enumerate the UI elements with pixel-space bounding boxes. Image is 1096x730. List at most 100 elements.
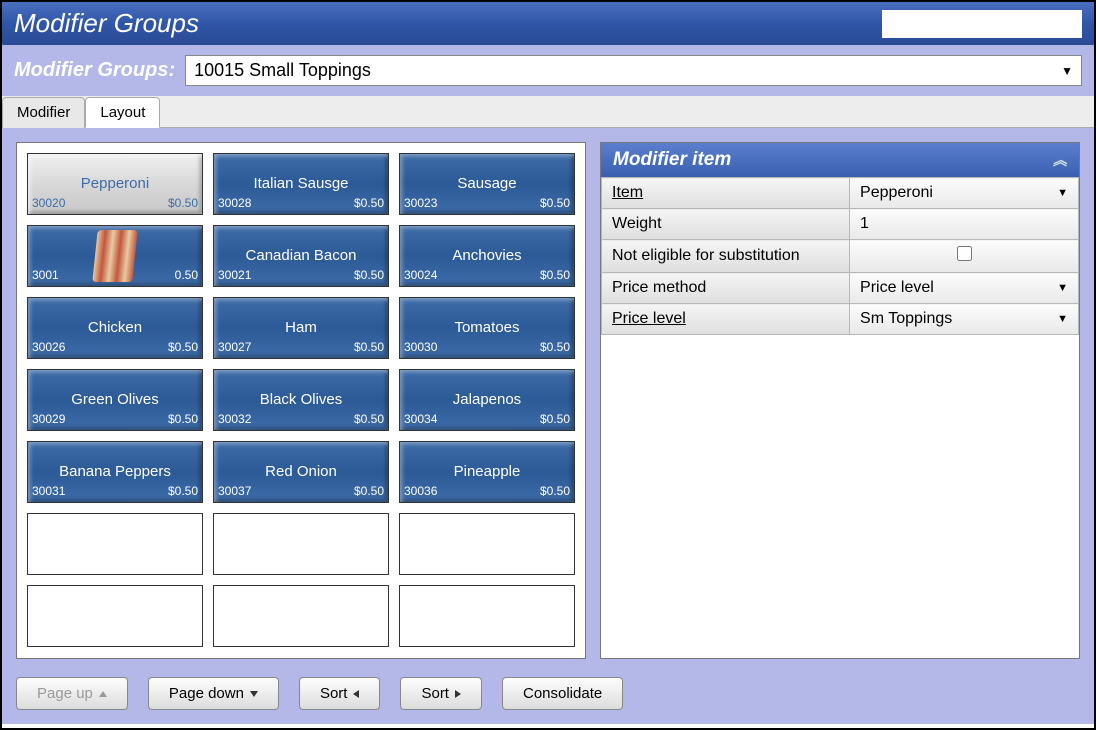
- chevron-down-icon: ▼: [1057, 282, 1068, 294]
- tile-price: 0.50: [175, 268, 198, 282]
- tile-price: $0.50: [354, 412, 384, 426]
- empty-tile[interactable]: [399, 585, 575, 647]
- pl-label: Price level: [612, 310, 686, 327]
- tile-code: 30023: [404, 196, 437, 210]
- modifier-tile[interactable]: Chicken30026$0.50: [27, 297, 203, 359]
- tile-price: $0.50: [354, 268, 384, 282]
- arrow-down-icon: [250, 691, 258, 697]
- window-title: Modifier Groups: [14, 8, 199, 39]
- chevron-down-icon: ▼: [1057, 313, 1068, 325]
- tile-name: Jalapenos: [453, 392, 521, 409]
- tile-name: Tomatoes: [454, 320, 519, 337]
- tile-code: 30021: [218, 268, 251, 282]
- item-value: Pepperoni: [860, 184, 933, 202]
- pm-label: Price method: [602, 273, 850, 304]
- tile-code: 30020: [32, 196, 65, 210]
- tile-code: 30037: [218, 484, 251, 498]
- tile-code: 30036: [404, 484, 437, 498]
- tile-price: $0.50: [168, 340, 198, 354]
- modifier-tile[interactable]: Black Olives 30032 $0.50: [213, 369, 389, 431]
- tile-code: 30031: [32, 484, 65, 498]
- tab-modifier[interactable]: Modifier: [2, 97, 85, 128]
- empty-tile[interactable]: [213, 585, 389, 647]
- empty-tile[interactable]: [27, 585, 203, 647]
- page-up-button[interactable]: Page up: [16, 677, 128, 710]
- tile-name: Italian Sausge: [253, 176, 348, 193]
- tile-price: $0.50: [540, 484, 570, 498]
- empty-tile[interactable]: [213, 513, 389, 575]
- modifier-grid: Pepperoni30020$0.50Italian Sausge30028$0…: [27, 153, 575, 647]
- modifier-item-panel: Modifier item ︽ Item Pepperoni ▼: [600, 142, 1080, 659]
- dropdown-value: 10015 Small Toppings: [194, 60, 371, 81]
- row-weight: Weight: [602, 209, 1079, 240]
- modifier-tile[interactable]: Canadian Bacon 30021 $0.50: [213, 225, 389, 287]
- modifier-groups-dropdown[interactable]: 10015 Small Toppings ▼: [185, 55, 1082, 86]
- modifier-tile[interactable]: Pineapple 30036 $0.50: [399, 441, 575, 503]
- row-price-method: Price method Price level ▼: [602, 273, 1079, 304]
- modifier-tile[interactable]: 30010.50: [27, 225, 203, 287]
- tile-name: Sausage: [457, 176, 516, 193]
- titlebar: Modifier Groups: [2, 2, 1094, 45]
- tile-name: Black Olives: [260, 392, 343, 409]
- tile-price: $0.50: [354, 196, 384, 210]
- tile-code: 30030: [404, 340, 437, 354]
- modifier-item-title: Modifier item: [613, 149, 731, 171]
- modifier-tile[interactable]: Anchovies30024$0.50: [399, 225, 575, 287]
- tabstrip: Modifier Layout: [2, 96, 1094, 128]
- sort-right-button[interactable]: Sort: [400, 677, 482, 710]
- collapse-icon[interactable]: ︽: [1053, 150, 1067, 170]
- tile-name: Banana Peppers: [59, 464, 171, 481]
- weight-value-cell[interactable]: [850, 209, 1079, 240]
- window: Modifier Groups Modifier Groups: 10015 S…: [0, 0, 1096, 730]
- empty-tile[interactable]: [399, 513, 575, 575]
- tile-price: $0.50: [540, 412, 570, 426]
- row-item: Item Pepperoni ▼: [602, 178, 1079, 209]
- tile-code: 30032: [218, 412, 251, 426]
- modifier-tile[interactable]: Banana Peppers 30031 $0.50: [27, 441, 203, 503]
- tile-name: Ham: [285, 320, 317, 337]
- titlebar-blank: [882, 10, 1082, 38]
- arrow-right-icon: [455, 690, 461, 698]
- modifier-tile[interactable]: Green Olives 30029 $0.50: [27, 369, 203, 431]
- tile-price: $0.50: [168, 412, 198, 426]
- modifier-item-header: Modifier item ︽: [601, 143, 1079, 177]
- sub-label: Not eligible for substitution: [602, 240, 850, 273]
- modifier-tile[interactable]: Ham30027$0.50: [213, 297, 389, 359]
- tab-layout[interactable]: Layout: [85, 97, 160, 128]
- pm-value-cell[interactable]: Price level ▼: [850, 273, 1079, 304]
- modifier-grid-panel: Pepperoni30020$0.50Italian Sausge30028$0…: [16, 142, 586, 659]
- modifier-tile[interactable]: Jalapenos30034$0.50: [399, 369, 575, 431]
- item-value-cell[interactable]: Pepperoni ▼: [850, 178, 1079, 209]
- tile-code: 30029: [32, 412, 65, 426]
- modifier-tile[interactable]: Red Onion30037$0.50: [213, 441, 389, 503]
- tile-price: $0.50: [168, 484, 198, 498]
- row-price-level: Price level Sm Toppings ▼: [602, 304, 1079, 335]
- property-table: Item Pepperoni ▼ Weight: [601, 177, 1079, 335]
- modifier-tile[interactable]: Pepperoni30020$0.50: [27, 153, 203, 215]
- empty-tile[interactable]: [27, 513, 203, 575]
- tile-name: Pineapple: [454, 464, 521, 481]
- tile-name: Canadian Bacon: [246, 248, 357, 265]
- modifier-tile[interactable]: Italian Sausge30028$0.50: [213, 153, 389, 215]
- consolidate-button[interactable]: Consolidate: [502, 677, 623, 710]
- sub-checkbox[interactable]: [957, 246, 972, 261]
- panels: Pepperoni30020$0.50Italian Sausge30028$0…: [16, 142, 1080, 659]
- tile-code: 30024: [404, 268, 437, 282]
- page-down-button[interactable]: Page down: [148, 677, 279, 710]
- chevron-down-icon: ▼: [1061, 64, 1073, 78]
- tile-price: $0.50: [540, 196, 570, 210]
- tile-name: Green Olives: [71, 392, 159, 409]
- tile-price: $0.50: [540, 340, 570, 354]
- weight-label: Weight: [602, 209, 850, 240]
- sort-left-button[interactable]: Sort: [299, 677, 381, 710]
- button-bar: Page up Page down Sort Sort Consolidate: [16, 677, 1080, 710]
- modifier-tile[interactable]: Tomatoes 30030 $0.50: [399, 297, 575, 359]
- modifier-tile[interactable]: Sausage 30023 $0.50: [399, 153, 575, 215]
- sub-value-cell[interactable]: [850, 240, 1079, 273]
- tile-name: Chicken: [88, 320, 142, 337]
- bacon-image: [92, 230, 137, 282]
- pl-value-cell[interactable]: Sm Toppings ▼: [850, 304, 1079, 335]
- weight-input[interactable]: [860, 215, 1068, 233]
- row-substitution: Not eligible for substitution: [602, 240, 1079, 273]
- tile-price: $0.50: [540, 268, 570, 282]
